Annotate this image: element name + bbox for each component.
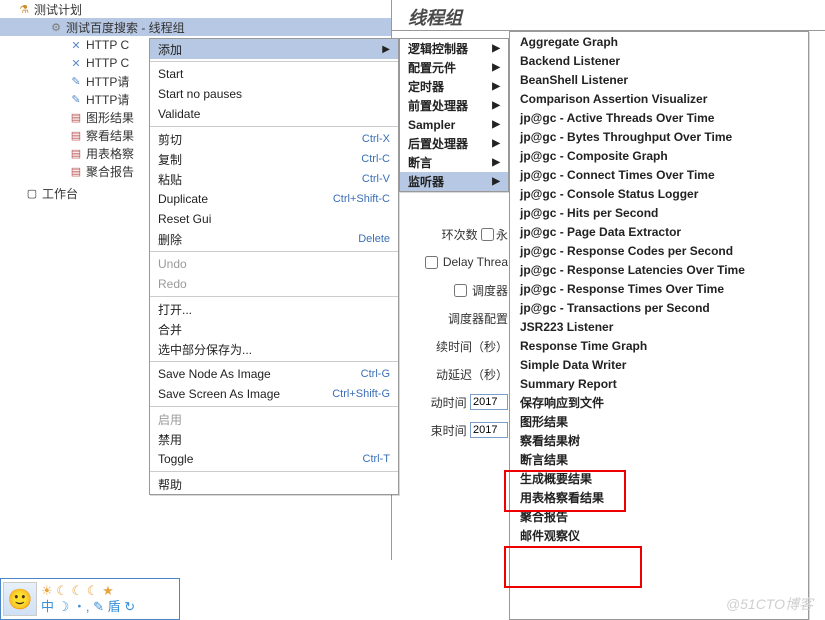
listener-item[interactable]: 聚合报告 <box>510 507 808 526</box>
listener-item[interactable]: jp@gc - Response Latencies Over Time <box>510 260 808 279</box>
menu-open[interactable]: 打开... <box>150 299 398 319</box>
menu-redo: Redo <box>150 274 398 294</box>
listener-item[interactable]: jp@gc - Page Data Extractor <box>510 222 808 241</box>
status-icons: ☀ ☾ ☾ ☾ ★ 中 ☽ ・, ✎ 盾 ↻ <box>41 583 135 615</box>
listener-item[interactable]: JSR223 Listener <box>510 317 808 336</box>
status-bar: 🙂 ☀ ☾ ☾ ☾ ★ 中 ☽ ・, ✎ 盾 ↻ <box>0 578 180 620</box>
submenu-categories: 逻辑控制器▶ 配置元件▶ 定时器▶ 前置处理器▶ Sampler▶ 后置处理器▶… <box>399 38 509 192</box>
scheduler-checkbox[interactable] <box>454 284 467 297</box>
menu-save-node-image[interactable]: Save Node As ImageCtrl-G <box>150 364 398 384</box>
chevron-right-icon: ▶ <box>492 43 500 54</box>
menu-save-screen-image[interactable]: Save Screen As ImageCtrl+Shift-G <box>150 384 398 404</box>
listener-item[interactable]: Backend Listener <box>510 51 808 70</box>
chart-icon: ▤ <box>68 163 84 179</box>
menu-disable[interactable]: 禁用 <box>150 429 398 449</box>
listener-item[interactable]: Aggregate Graph <box>510 32 808 51</box>
clipboard-icon: ▢ <box>24 185 40 201</box>
listener-item[interactable]: 断言结果 <box>510 450 808 469</box>
menu-merge[interactable]: 合并 <box>150 319 398 339</box>
submenu-listener[interactable]: 监听器▶ <box>400 172 508 191</box>
menu-copy[interactable]: 复制Ctrl-C <box>150 149 398 169</box>
listener-item[interactable]: jp@gc - Active Threads Over Time <box>510 108 808 127</box>
listener-item[interactable]: jp@gc - Response Codes per Second <box>510 241 808 260</box>
form-fragments: 环次数 永 Delay Threa 调度器 调度器配置 续时间（秒） 动延迟（秒… <box>392 220 512 444</box>
listener-item[interactable]: jp@gc - Transactions per Second <box>510 298 808 317</box>
start-time-input[interactable] <box>470 394 508 410</box>
listener-item[interactable]: 生成概要结果 <box>510 469 808 488</box>
menu-delete[interactable]: 删除Delete <box>150 229 398 249</box>
listener-item[interactable]: 察看结果树 <box>510 431 808 450</box>
listener-item[interactable]: 图形结果 <box>510 412 808 431</box>
menu-start-no-pauses[interactable]: Start no pauses <box>150 84 398 104</box>
doc-icon: ✕ <box>68 37 84 53</box>
avatar: 🙂 <box>3 582 37 616</box>
context-menu-main: 添加▶ Start Start no pauses Validate 剪切Ctr… <box>149 38 399 495</box>
menu-toggle[interactable]: ToggleCtrl-T <box>150 449 398 469</box>
pencil-icon: ✎ <box>68 91 84 107</box>
menu-paste[interactable]: 粘贴Ctrl-V <box>150 169 398 189</box>
menu-add[interactable]: 添加▶ <box>150 39 398 59</box>
listener-item[interactable]: jp@gc - Console Status Logger <box>510 184 808 203</box>
tree-thread-group[interactable]: ⚙ 测试百度搜索 - 线程组 <box>0 18 391 36</box>
chart-icon: ▤ <box>68 109 84 125</box>
menu-duplicate[interactable]: DuplicateCtrl+Shift-C <box>150 189 398 209</box>
listener-item[interactable]: jp@gc - Bytes Throughput Over Time <box>510 127 808 146</box>
status-icons-row2: 中 ☽ ・, ✎ 盾 ↻ <box>41 599 135 615</box>
listener-item[interactable]: jp@gc - Connect Times Over Time <box>510 165 808 184</box>
listener-item[interactable]: BeanShell Listener <box>510 70 808 89</box>
submenu-config[interactable]: 配置元件▶ <box>400 58 508 77</box>
submenu-sampler[interactable]: Sampler▶ <box>400 115 508 134</box>
submenu-listeners: Aggregate Graph Backend Listener BeanShe… <box>509 31 809 620</box>
menu-undo: Undo <box>150 254 398 274</box>
chevron-right-icon: ▶ <box>382 44 390 55</box>
submenu-assert[interactable]: 断言▶ <box>400 153 508 172</box>
menu-help[interactable]: 帮助 <box>150 474 398 494</box>
submenu-post[interactable]: 后置处理器▶ <box>400 134 508 153</box>
menu-reset-gui[interactable]: Reset Gui <box>150 209 398 229</box>
tree-root[interactable]: ⚗ 测试计划 <box>0 0 391 18</box>
status-icons-row1: ☀ ☾ ☾ ☾ ★ <box>41 583 135 599</box>
chart-icon: ▤ <box>68 145 84 161</box>
delay-thread-checkbox[interactable] <box>425 256 438 269</box>
pencil-icon: ✎ <box>68 73 84 89</box>
watermark: @51CTO博客 <box>726 594 813 614</box>
tree-root-label: 测试计划 <box>34 1 82 18</box>
submenu-timer[interactable]: 定时器▶ <box>400 77 508 96</box>
listener-item[interactable]: Summary Report <box>510 374 808 393</box>
listener-item[interactable]: jp@gc - Hits per Second <box>510 203 808 222</box>
listener-item[interactable]: 邮件观察仪 <box>510 526 808 545</box>
menu-save-selection[interactable]: 选中部分保存为... <box>150 339 398 359</box>
listener-item[interactable]: jp@gc - Composite Graph <box>510 146 808 165</box>
chart-icon: ▤ <box>68 127 84 143</box>
forever-checkbox[interactable] <box>481 228 494 241</box>
listener-item[interactable]: jp@gc - Response Times Over Time <box>510 279 808 298</box>
listener-item[interactable]: 用表格察看结果 <box>510 488 808 507</box>
listener-item[interactable]: Simple Data Writer <box>510 355 808 374</box>
menu-enable: 启用 <box>150 409 398 429</box>
listener-item[interactable]: Response Time Graph <box>510 336 808 355</box>
listener-item[interactable]: 保存响应到文件 <box>510 393 808 412</box>
panel-title: 线程组 <box>408 4 462 30</box>
menu-validate[interactable]: Validate <box>150 104 398 124</box>
doc-icon: ✕ <box>68 55 84 71</box>
submenu-pre[interactable]: 前置处理器▶ <box>400 96 508 115</box>
menu-start[interactable]: Start <box>150 64 398 84</box>
gear-icon: ⚙ <box>48 19 64 35</box>
submenu-logic[interactable]: 逻辑控制器▶ <box>400 39 508 58</box>
menu-cut[interactable]: 剪切Ctrl-X <box>150 129 398 149</box>
listener-item[interactable]: Comparison Assertion Visualizer <box>510 89 808 108</box>
tree-child-label: 测试百度搜索 - 线程组 <box>66 19 185 36</box>
end-time-input[interactable] <box>470 422 508 438</box>
flask-icon: ⚗ <box>16 1 32 17</box>
